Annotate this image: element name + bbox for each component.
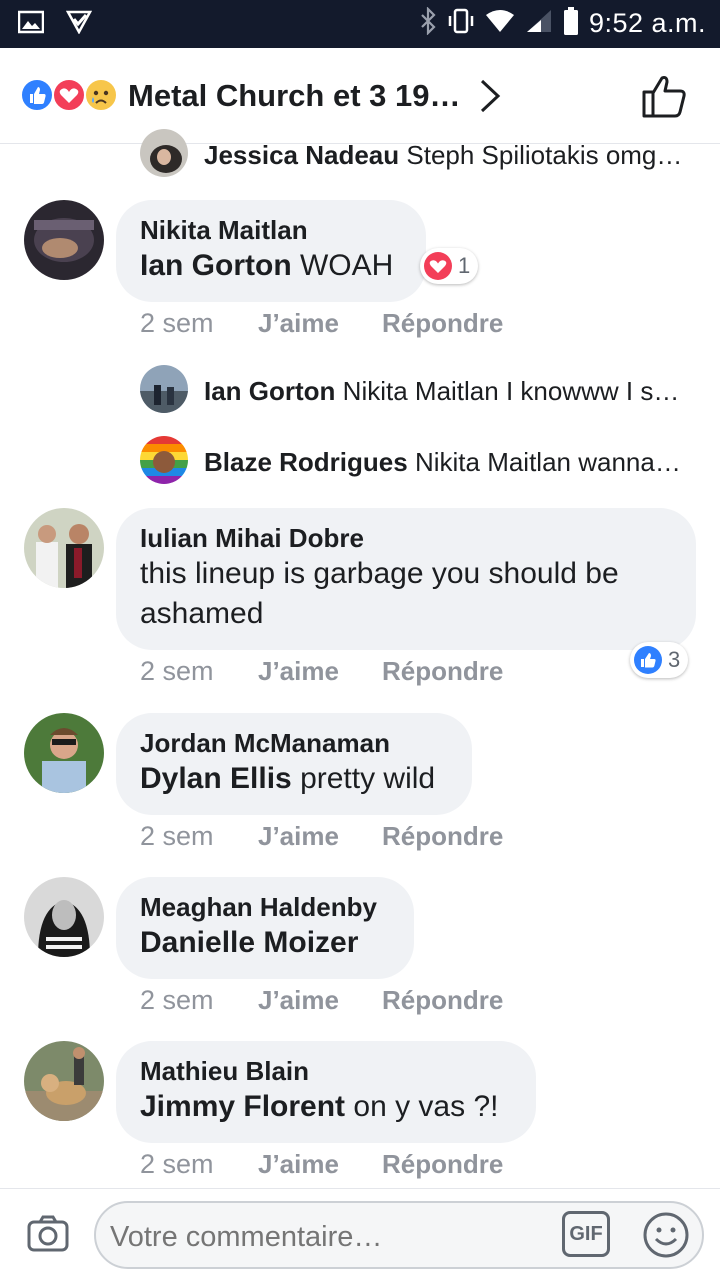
bluetooth-icon	[419, 6, 437, 40]
comment-meta: 2 sem J’aime Répondre	[140, 1149, 503, 1180]
wifi-icon	[485, 8, 515, 39]
status-bar: 9:52 a.m.	[0, 0, 720, 48]
battery-icon	[563, 6, 579, 41]
comment-author[interactable]: Mathieu Blain	[140, 1055, 512, 1087]
comment-time: 2 sem	[140, 985, 214, 1015]
reply-item[interactable]: Blaze Rodrigues Nikita Maitlan wanna …	[140, 435, 700, 485]
comment-meta: 2 sem J’aime Répondre	[140, 821, 503, 852]
reactions-summary[interactable]	[20, 78, 122, 112]
like-button[interactable]: J’aime	[258, 985, 382, 1016]
avatar[interactable]	[140, 129, 188, 177]
comment-author[interactable]: Meaghan Haldenby	[140, 891, 390, 923]
vibrate-icon	[447, 7, 475, 40]
like-button[interactable]: J’aime	[258, 656, 382, 687]
mention-link[interactable]: Jimmy Florent	[140, 1090, 345, 1123]
comment-text: on y vas ?!	[345, 1090, 499, 1123]
comment-text: WOAH	[291, 249, 394, 282]
mention-link[interactable]: Danielle Moizer	[140, 926, 358, 959]
comment-bubble[interactable]: Nikita Maitlan Ian Gorton WOAH	[116, 200, 426, 302]
sad-icon	[84, 78, 118, 112]
comment-composer: GIF	[0, 1188, 720, 1280]
reply-item[interactable]: Jessica Nadeau Steph Spiliotakis omg…	[140, 128, 700, 178]
check-icon	[65, 10, 93, 39]
comment-time: 2 sem	[140, 308, 214, 338]
reaction-badge[interactable]: 1	[420, 248, 479, 284]
reply-text: Nikita Maitlan I knowww I sa…	[342, 376, 688, 406]
like-icon	[634, 646, 662, 674]
comment-author[interactable]: Iulian Mihai Dobre	[140, 522, 672, 554]
avatar[interactable]	[140, 365, 188, 413]
comment-bubble[interactable]: Meaghan Haldenby Danielle Moizer	[116, 877, 414, 979]
avatar[interactable]	[24, 713, 104, 793]
comment-text: ashamed	[140, 597, 264, 630]
post-title[interactable]: Metal Church et 3 19…	[128, 78, 460, 114]
mention-link[interactable]: Ian Gorton	[140, 249, 292, 282]
avatar[interactable]	[24, 877, 104, 957]
reply-item[interactable]: Ian Gorton Nikita Maitlan I knowww I sa…	[140, 364, 700, 414]
comment-meta: 2 sem J’aime Répondre	[140, 985, 503, 1016]
avatar[interactable]	[24, 508, 104, 588]
emoji-icon[interactable]	[642, 1211, 690, 1259]
thumbs-up-icon[interactable]	[640, 72, 690, 120]
reply-button[interactable]: Répondre	[382, 985, 503, 1016]
reaction-count: 3	[668, 647, 681, 672]
comment-time: 2 sem	[140, 656, 214, 686]
comment-bubble[interactable]: Mathieu Blain Jimmy Florent on y vas ?!	[116, 1041, 536, 1143]
comment-text: pretty wild	[291, 762, 436, 795]
comment-time: 2 sem	[140, 821, 214, 851]
comment-time: 2 sem	[140, 1149, 214, 1179]
comment-meta: 2 sem J’aime Répondre	[140, 308, 503, 339]
avatar[interactable]	[24, 1041, 104, 1121]
status-time: 9:52 a.m.	[588, 8, 706, 38]
like-button[interactable]: J’aime	[258, 1149, 382, 1180]
reply-button[interactable]: Répondre	[382, 308, 503, 339]
signal-icon	[525, 8, 553, 39]
love-icon	[424, 252, 452, 280]
reaction-badge[interactable]: 3	[630, 642, 689, 678]
like-button[interactable]: J’aime	[258, 821, 382, 852]
comment-meta: 2 sem J’aime Répondre	[140, 656, 503, 687]
mention-link[interactable]: Dylan Ellis	[140, 762, 292, 795]
avatar[interactable]	[24, 200, 104, 280]
reply-author[interactable]: Blaze Rodrigues	[204, 447, 408, 477]
gif-button[interactable]: GIF	[562, 1211, 610, 1257]
reaction-count: 1	[458, 253, 471, 278]
love-icon	[52, 78, 86, 112]
comment-author[interactable]: Jordan McManaman	[140, 727, 448, 759]
comment-text: this lineup is garbage you should be	[140, 557, 619, 590]
reply-button[interactable]: Répondre	[382, 656, 503, 687]
reply-author[interactable]: Ian Gorton	[204, 376, 335, 406]
reply-text: Nikita Maitlan wanna …	[414, 447, 688, 477]
reply-author[interactable]: Jessica Nadeau	[204, 140, 399, 170]
reply-text: Steph Spiliotakis omg…	[406, 140, 683, 170]
like-button[interactable]: J’aime	[258, 308, 382, 339]
gallery-icon	[17, 10, 45, 39]
like-icon	[20, 78, 54, 112]
reply-button[interactable]: Répondre	[382, 1149, 503, 1180]
reply-button[interactable]: Répondre	[382, 821, 503, 852]
comment-bubble[interactable]: Jordan McManaman Dylan Ellis pretty wild	[116, 713, 472, 815]
avatar[interactable]	[140, 436, 188, 484]
camera-icon[interactable]	[26, 1213, 70, 1253]
comment-input[interactable]	[110, 1221, 530, 1254]
chevron-right-icon[interactable]	[472, 76, 508, 116]
comment-author[interactable]: Nikita Maitlan	[140, 214, 402, 246]
comment-bubble[interactable]: Iulian Mihai Dobre this lineup is garbag…	[116, 508, 696, 650]
